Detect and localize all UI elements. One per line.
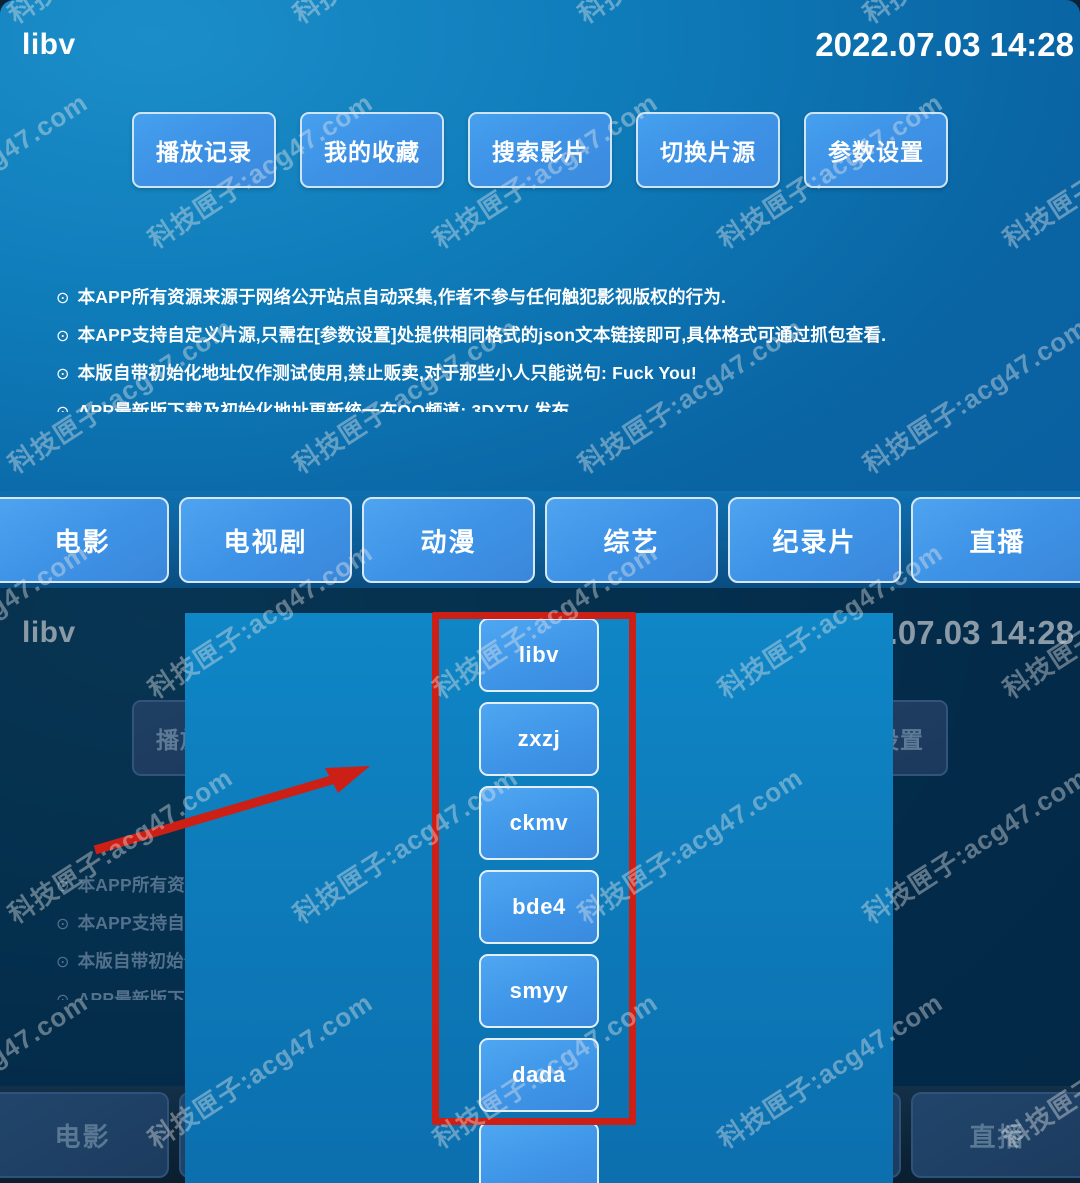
bullet-icon: ⊙ [56, 366, 70, 383]
notice-text: APP最新版下载及初始化地址更新统一在QQ频道: 3DXTV 发布 [77, 401, 570, 412]
bullet-icon: ⊙ [56, 954, 70, 971]
nav-button-my-favorites[interactable]: 我的收藏 [300, 112, 444, 188]
category-tab-movie-dimmed[interactable]: 电影 [0, 1092, 169, 1178]
nav-button-switch-source[interactable]: 切换片源 [636, 112, 780, 188]
category-tab-live[interactable]: 直播 [911, 497, 1080, 583]
notice-item: ⊙ 本APP支持自定义片源,只需在[参数设置]处提供相同格式的json文本链接即可… [56, 322, 886, 347]
screen-normal: libv 2022.07.03 14:28 播放记录 我的收藏 搜索影片 切换片… [0, 0, 1080, 588]
category-tab-anime[interactable]: 动漫 [362, 497, 535, 583]
source-item-dada[interactable]: dada [479, 1038, 599, 1112]
bullet-icon: ⊙ [56, 290, 70, 307]
category-tab-documentary[interactable]: 纪录片 [728, 497, 901, 583]
screen-source-picker: libv 2022.07.03 14:28 播放记录 我的收藏 搜索影片 切换片… [0, 588, 1080, 1183]
notice-item: ⊙ APP最新版下载及初始化地址更新统一在QQ频道: 3DXTV 发布 [56, 398, 569, 412]
bullet-icon: ⊙ [56, 404, 70, 412]
notice-item: ⊙ 本APP所有资源来源于网络公开站点自动采集,作者不参与任何触犯影视版权的行为. [56, 284, 726, 309]
clock: 2022.07.03 14:28 [815, 26, 1074, 63]
notice-list: ⊙ 本APP所有资源来源于网络公开站点自动采集,作者不参与任何触犯影视版权的行为.… [0, 262, 1080, 412]
app-title-dimmed: libv [22, 616, 76, 649]
category-tab-movie[interactable]: 电影 [0, 497, 169, 583]
screenshot-root: libv 2022.07.03 14:28 播放记录 我的收藏 搜索影片 切换片… [0, 0, 1080, 1183]
source-item-smyy[interactable]: smyy [479, 954, 599, 1028]
source-item-zxzj[interactable]: zxzj [479, 702, 599, 776]
source-item-partial[interactable] [479, 1122, 599, 1183]
bullet-icon: ⊙ [56, 878, 70, 895]
source-item-ckmv[interactable]: ckmv [479, 786, 599, 860]
category-tab-tv-series[interactable]: 电视剧 [179, 497, 352, 583]
app-title: libv [22, 28, 76, 61]
source-item-libv[interactable]: libv [479, 618, 599, 692]
bullet-icon: ⊙ [56, 916, 70, 933]
bullet-icon: ⊙ [56, 328, 70, 345]
notice-text: 本版自带初始化地址仅作测试使用,禁止贩卖,对于那些小人只能说句: Fuck Yo… [77, 363, 697, 383]
nav-button-play-history[interactable]: 播放记录 [132, 112, 276, 188]
notice-item: ⊙ 本版自带初始化地址仅作测试使用,禁止贩卖,对于那些小人只能说句: Fuck Y… [56, 360, 697, 385]
source-list: libv zxzj ckmv bde4 smyy dada [479, 618, 599, 1183]
app-header: libv 2022.07.03 14:28 [0, 0, 1080, 86]
category-tab-live-dimmed[interactable]: 直播 [911, 1092, 1080, 1178]
bullet-icon: ⊙ [56, 992, 70, 1000]
source-picker-dialog: libv zxzj ckmv bde4 smyy dada [185, 613, 893, 1183]
nav-button-settings[interactable]: 参数设置 [804, 112, 948, 188]
notice-text: 本APP所有资源来源于网络公开站点自动采集,作者不参与任何触犯影视版权的行为. [77, 287, 727, 307]
category-tab-bar: 电影 电视剧 动漫 综艺 纪录片 直播 [0, 491, 1080, 588]
nav-button-row: 播放记录 我的收藏 搜索影片 切换片源 参数设置 [0, 112, 1080, 188]
category-tab-variety[interactable]: 综艺 [545, 497, 718, 583]
source-item-bde4[interactable]: bde4 [479, 870, 599, 944]
notice-text: 本APP支持自定义片源,只需在[参数设置]处提供相同格式的json文本链接即可,… [77, 325, 887, 345]
nav-button-search-movies[interactable]: 搜索影片 [468, 112, 612, 188]
